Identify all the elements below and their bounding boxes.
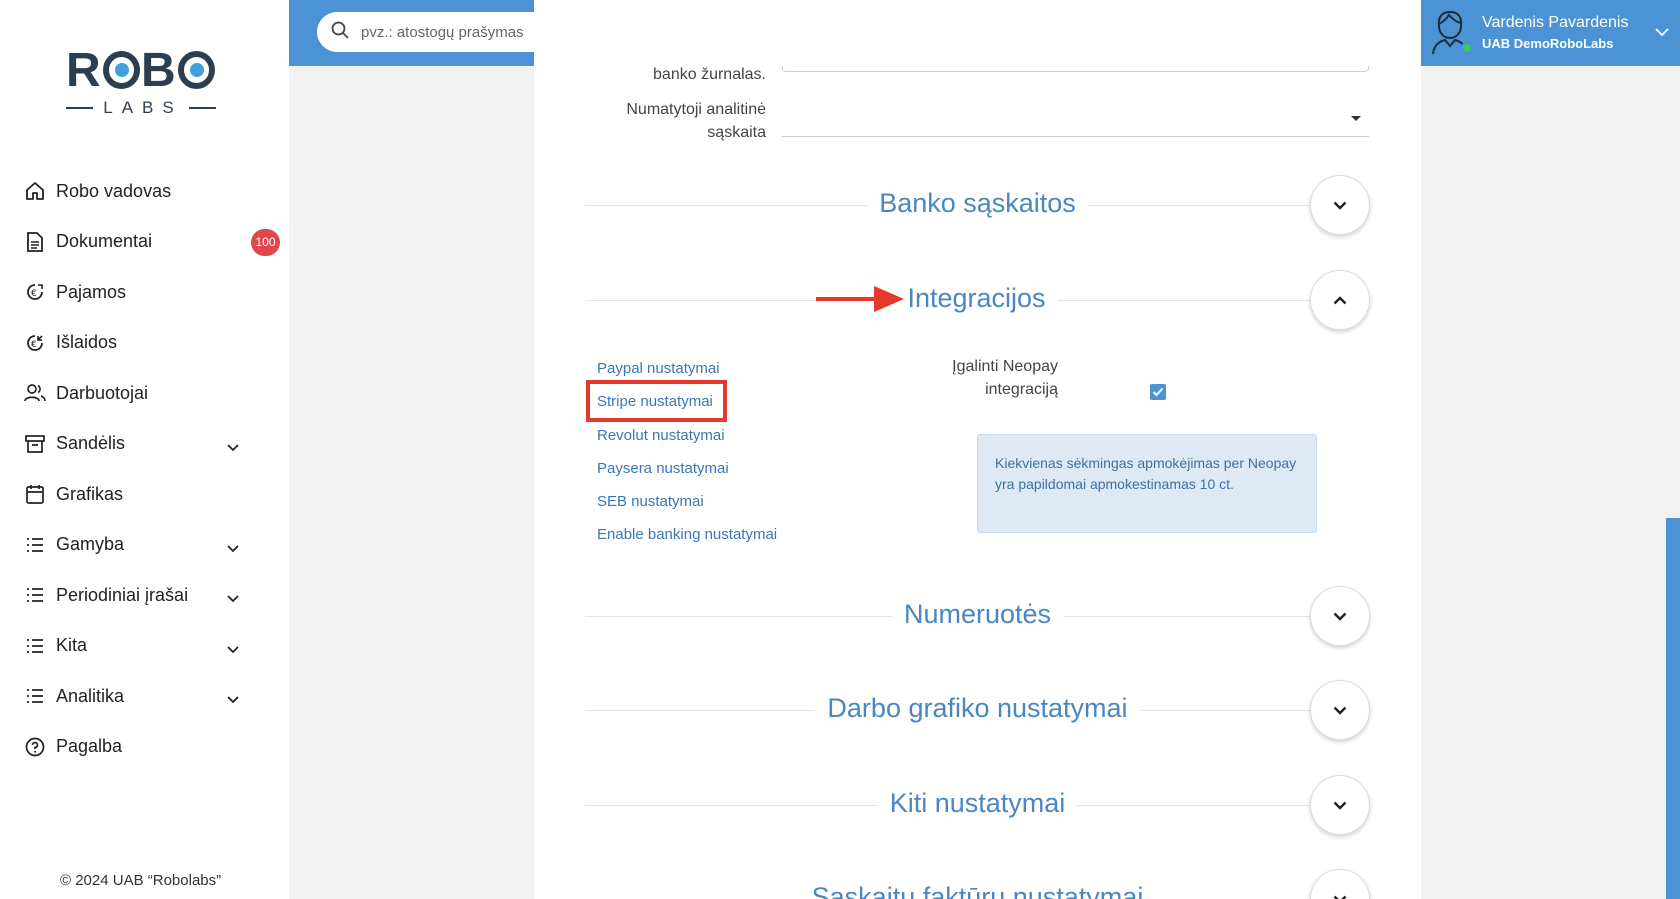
sidebar-item-label: Dokumentai [56, 231, 153, 252]
sidebar-item-kita[interactable]: Kita [0, 621, 289, 672]
sidebar-item-sandelis[interactable]: Sandėlis [0, 419, 289, 470]
list-icon [24, 534, 46, 556]
sidebar-nav: Robo vadovas Dokumentai 100 € Pajamos € … [0, 166, 289, 772]
seb-settings-link[interactable]: SEB nustatymai [597, 491, 777, 524]
revolut-settings-link[interactable]: Revolut nustatymai [597, 425, 777, 458]
sidebar-item-label: Pagalba [56, 736, 123, 757]
section-title: Integracijos [897, 283, 1058, 313]
sidebar-item-islaidos[interactable]: € Išlaidos [0, 318, 289, 369]
sidebar-item-robo-vadovas[interactable]: Robo vadovas [0, 166, 289, 217]
income-icon: € [24, 281, 46, 303]
expand-toggle-button[interactable] [1310, 586, 1370, 646]
section-title: Kiti nustatymai [877, 788, 1078, 818]
highlight-box-annotation [586, 380, 727, 422]
sidebar-item-label: Pajamos [56, 281, 127, 302]
archive-icon [24, 433, 46, 455]
caret-down-icon [1351, 116, 1361, 121]
calendar-icon [24, 483, 46, 505]
help-icon [24, 736, 46, 758]
chevron-down-icon [1333, 706, 1347, 715]
neopay-fee-info-box: Kiekvienas sėkmingas apmokėjimas per Neo… [977, 434, 1317, 533]
document-icon [24, 231, 46, 253]
sidebar-item-label: Gamyba [56, 534, 125, 555]
avatar [1429, 8, 1473, 56]
sidebar-item-periodiniai-irasai[interactable]: Periodiniai įrašai [0, 570, 289, 621]
sidebar-item-dokumentai[interactable]: Dokumentai 100 [0, 217, 289, 268]
chevron-down-icon [1333, 801, 1347, 810]
sidebar-item-pajamos[interactable]: € Pajamos [0, 267, 289, 318]
chevron-down-icon [1333, 612, 1347, 621]
expand-toggle-button[interactable] [1310, 175, 1370, 235]
section-invoice-settings: Sąskaitų faktūrų nustatymai [585, 868, 1370, 899]
documents-count-badge: 100 [251, 228, 280, 256]
sidebar-item-pagalba[interactable]: Pagalba [0, 722, 289, 773]
sidebar-item-label: Sandėlis [56, 433, 126, 454]
expenses-icon: € [24, 332, 46, 354]
chevron-down-icon[interactable] [227, 688, 239, 709]
neopay-enable-checkbox[interactable] [1150, 384, 1166, 400]
analytic-account-select[interactable] [782, 112, 1369, 137]
enable-banking-settings-link[interactable]: Enable banking nustatymai [597, 524, 777, 557]
section-title: Sąskaitų faktūrų nustatymai [799, 882, 1156, 899]
list-icon [24, 685, 46, 707]
sidebar-item-label: Kita [56, 635, 88, 656]
section-title: Banko sąskaitos [867, 188, 1088, 218]
sidebar-item-label: Grafikas [56, 483, 124, 504]
user-menu[interactable]: Vardenis Pavardenis UAB DemoRoboLabs [1429, 8, 1628, 56]
chevron-down-icon[interactable] [1655, 24, 1669, 42]
paysera-settings-link[interactable]: Paysera nustatymai [597, 458, 777, 491]
search-icon [331, 21, 349, 44]
chevron-down-icon [1333, 895, 1347, 899]
chevron-down-icon[interactable] [227, 537, 239, 558]
sidebar-item-grafikas[interactable]: Grafikas [0, 469, 289, 520]
section-other-settings: Kiti nustatymai [585, 774, 1370, 836]
sidebar-item-gamyba[interactable]: Gamyba [0, 520, 289, 571]
chevron-down-icon[interactable] [227, 638, 239, 659]
list-icon [24, 635, 46, 657]
chevron-down-icon[interactable] [227, 436, 239, 457]
sidebar-item-analitika[interactable]: Analitika [0, 671, 289, 722]
section-numbering: Numeruotės [585, 585, 1370, 647]
sidebar-item-label: Darbuotojai [56, 382, 149, 403]
section-work-schedule: Darbo grafiko nustatymai [585, 679, 1370, 741]
chevron-down-icon[interactable] [227, 587, 239, 608]
users-icon [24, 382, 46, 404]
home-icon [24, 180, 46, 202]
collapse-toggle-button[interactable] [1310, 270, 1370, 330]
robolabs-logo[interactable]: RB LABS [66, 44, 216, 122]
red-arrow-annotation-icon [816, 286, 904, 312]
svg-text:€: € [31, 289, 37, 299]
section-title: Numeruotės [891, 599, 1064, 629]
scrollbar-thumb[interactable] [1666, 518, 1680, 899]
analytic-account-label: Numatytoji analitinė sąskaita [626, 101, 766, 141]
sidebar-item-label: Periodiniai įrašai [56, 584, 189, 605]
sidebar-item-label: Išlaidos [56, 332, 118, 353]
chevron-down-icon [1333, 201, 1347, 210]
checkmark-icon [1152, 387, 1164, 397]
section-bank-accounts: Banko sąskaitos [585, 174, 1370, 236]
expand-toggle-button[interactable] [1310, 775, 1370, 835]
online-status-dot [1461, 42, 1473, 54]
bank-journal-label: banko žurnalas. [653, 66, 766, 83]
bank-journal-select[interactable] [782, 66, 1369, 72]
section-integrations: Integracijos [585, 269, 1370, 331]
svg-text:€: € [31, 340, 37, 350]
copyright-text: © 2024 UAB “Robolabs” [60, 872, 222, 889]
sidebar-item-darbuotojai[interactable]: Darbuotojai [0, 368, 289, 419]
sidebar-item-label: Analitika [56, 685, 125, 706]
settings-card: banko žurnalas. Numatytoji analitinė sąs… [534, 0, 1421, 899]
section-title: Darbo grafiko nustatymai [815, 693, 1140, 723]
sidebar-item-label: Robo vadovas [56, 180, 172, 201]
user-name: Vardenis Pavardenis [1482, 13, 1629, 31]
expand-toggle-button[interactable] [1310, 869, 1370, 899]
expand-toggle-button[interactable] [1310, 680, 1370, 740]
sidebar: RB LABS Robo vadovas Dokumentai 100 € Pa… [0, 0, 289, 899]
neopay-enable-label: Įgalinti Neopay integraciją [952, 358, 1058, 398]
chevron-up-icon [1333, 295, 1347, 304]
company-name: UAB DemoRoboLabs [1482, 35, 1614, 51]
list-icon [24, 584, 46, 606]
